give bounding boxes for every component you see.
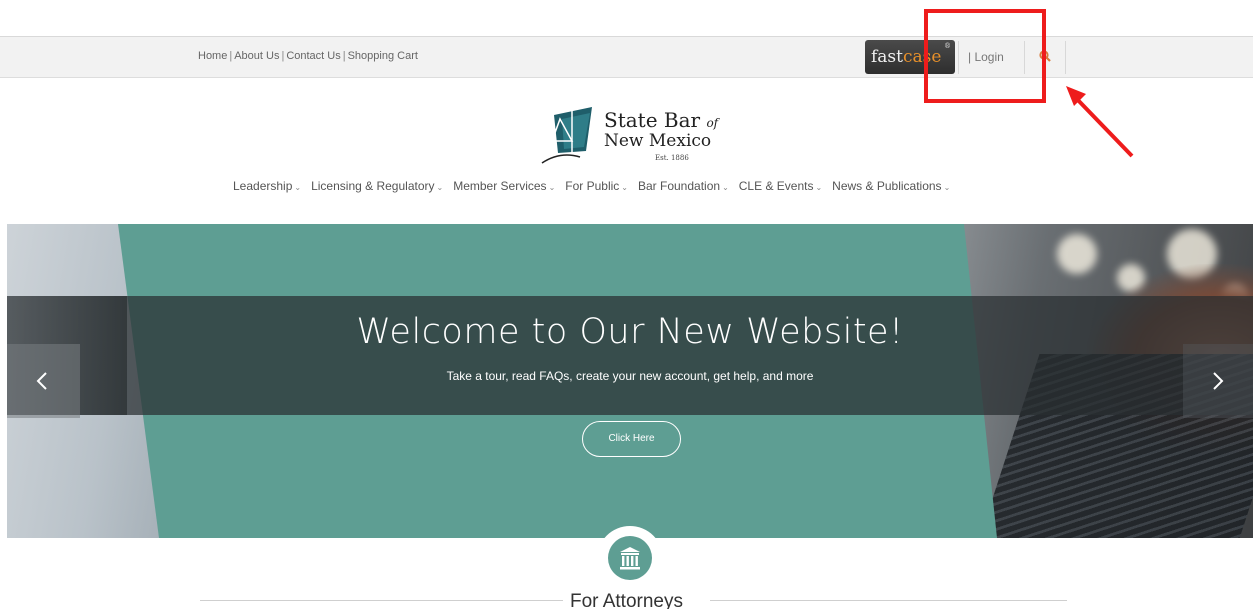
hero-title: Welcome to Our New Website! [356,312,904,352]
nav-item-label: News & Publications [832,179,942,193]
top-link-home[interactable]: Home [198,50,227,62]
courthouse-icon [620,547,640,570]
nav-item-label: Leadership [233,179,293,193]
hero-slider: Welcome to Our New Website! Take a tour,… [7,224,1253,538]
chevron-down-icon: ⌄ [943,183,951,192]
logo-title-line1: State Bar of [604,108,718,132]
top-link-separator: | [342,50,346,62]
for-attorneys-heading: For Attorneys [570,591,683,609]
logo-state-bar: State Bar [604,108,701,132]
nav-item-bar-foundation[interactable]: Bar Foundation ⌄ [638,179,729,193]
hero-subtitle: Take a tour, read FAQs, create your new … [446,369,814,383]
nav-item-label: For Public [565,179,620,193]
nav-item-licensing-regulatory[interactable]: Licensing & Regulatory ⌄ [311,179,443,193]
nav-item-label: CLE & Events [738,179,814,193]
main-navigation: Leadership ⌄ Licensing & Regulatory ⌄ Memb… [233,179,950,193]
nav-item-member-services[interactable]: Member Services ⌄ [453,179,555,193]
chevron-down-icon: ⌄ [294,183,302,192]
chevron-down-icon: ⌄ [548,183,556,192]
scales-logo-icon [541,107,592,164]
nav-item-label: Member Services [453,179,547,193]
top-link-about-us[interactable]: About Us [234,50,279,62]
chevron-down-icon: ⌄ [815,183,823,192]
logo-established: Est. 1886 [655,154,689,162]
click-here-button[interactable]: Click Here [582,421,681,457]
fastcase-text-fast: fast [871,47,903,67]
slider-next-button[interactable] [1183,344,1253,418]
chevron-down-icon: ⌄ [436,183,444,192]
annotation-arrow [1066,86,1134,158]
site-logo[interactable]: State Bar of New Mexico Est. 1886 [540,105,740,167]
annotation-highlight-box [924,9,1046,103]
nav-item-label: Bar Foundation [638,179,721,193]
top-link-contact-us[interactable]: Contact Us [286,50,340,62]
chevron-left-icon [36,372,47,390]
nav-item-cle-events[interactable]: CLE & Events ⌄ [739,179,822,193]
nav-item-leadership[interactable]: Leadership ⌄ [233,179,301,193]
nav-item-label: Licensing & Regulatory [311,179,435,193]
logo-title-line2: New Mexico [604,131,712,151]
top-link-shopping-cart[interactable]: Shopping Cart [348,50,418,62]
nav-item-for-public[interactable]: For Public ⌄ [565,179,628,193]
chevron-right-icon [1213,372,1224,390]
logo-of: of [706,116,719,130]
nav-item-news-publications[interactable]: News & Publications ⌄ [832,179,950,193]
slider-prev-button[interactable] [7,344,80,418]
chevron-down-icon: ⌄ [722,183,729,192]
top-links: Home | About Us | Contact Us | Shopping Cart [198,50,418,62]
top-utility-bar: Home | About Us | Contact Us | Shopping Cart f… [0,36,1253,78]
chevron-down-icon: ⌄ [621,183,628,192]
attorneys-icon-badge [597,526,663,592]
topbar-divider [1065,41,1066,74]
